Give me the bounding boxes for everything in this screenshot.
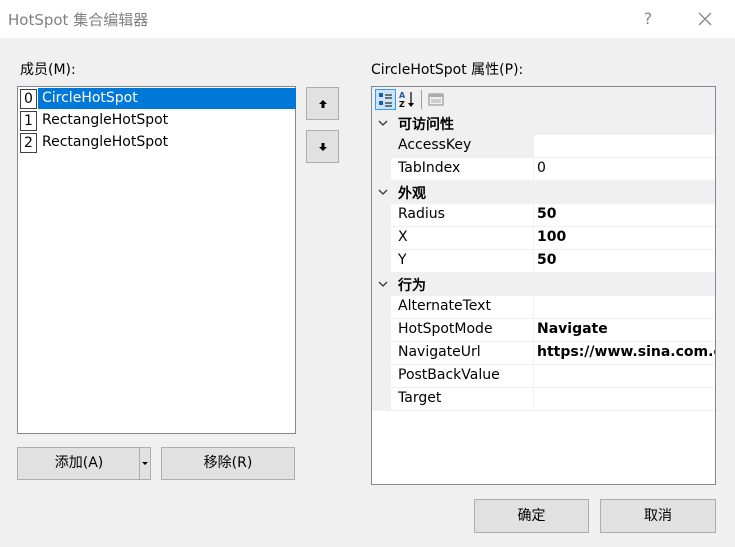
chevron-down-icon[interactable] (376, 273, 390, 296)
arrow-up-icon (318, 99, 327, 108)
property-name: AccessKey (398, 137, 472, 153)
member-item-1[interactable]: 1 RectangleHotSpot (19, 110, 295, 131)
property-row-hotspotmode[interactable]: HotSpotMode Navigate (372, 319, 715, 342)
property-row-postbackvalue[interactable]: PostBackValue (372, 365, 715, 388)
svg-text:A: A (399, 91, 406, 100)
member-index: 1 (20, 111, 37, 131)
property-row-x[interactable]: X 100 (372, 227, 715, 250)
property-rows: 可访问性 AccessKey TabIndex 0 外观 Radius 50 X… (372, 112, 715, 411)
property-name: X (398, 229, 408, 245)
category-label: 行为 (398, 278, 426, 294)
property-name: NavigateUrl (398, 344, 481, 360)
property-row-radius[interactable]: Radius 50 (372, 204, 715, 227)
categorized-button[interactable] (375, 89, 396, 110)
add-dropdown-button[interactable] (140, 448, 150, 479)
arrow-down-icon (318, 142, 327, 151)
property-name: HotSpotMode (398, 321, 493, 337)
dropdown-arrow-icon (142, 462, 148, 465)
property-name: PostBackValue (398, 367, 500, 383)
toolbar-separator (421, 90, 422, 109)
sort-alphabetical-icon: A Z (399, 91, 414, 109)
property-toolbar: A Z (372, 87, 715, 112)
member-index: 0 (20, 89, 37, 109)
help-button[interactable]: ? (636, 8, 660, 30)
close-icon (698, 12, 712, 26)
property-value[interactable]: 0 (537, 160, 546, 176)
window-title: HotSpot 集合编辑器 (8, 11, 149, 29)
property-row-tabindex[interactable]: TabIndex 0 (372, 158, 715, 181)
property-value[interactable]: 100 (537, 229, 566, 245)
member-name: RectangleHotSpot (42, 112, 169, 128)
property-row-y[interactable]: Y 50 (372, 250, 715, 273)
move-down-button[interactable] (306, 130, 339, 163)
member-item-2[interactable]: 2 RectangleHotSpot (19, 132, 295, 153)
category-label: 可访问性 (398, 117, 454, 133)
categorized-icon (379, 93, 392, 107)
cancel-button[interactable]: 取消 (600, 499, 716, 533)
member-name: RectangleHotSpot (42, 134, 169, 150)
property-row-navigateurl[interactable]: NavigateUrl https://www.sina.com.c (372, 342, 715, 365)
property-pages-icon (428, 93, 444, 106)
property-name: Target (398, 390, 442, 406)
property-pages-button[interactable] (426, 89, 447, 110)
members-label: 成员(M): (20, 62, 76, 78)
property-value[interactable]: 50 (537, 206, 556, 222)
property-row-accesskey[interactable]: AccessKey (372, 135, 715, 158)
alphabetical-button[interactable]: A Z (397, 89, 418, 110)
member-name: CircleHotSpot (38, 88, 296, 109)
property-row-alternatetext[interactable]: AlternateText (372, 296, 715, 319)
category-label: 外观 (398, 186, 426, 202)
category-behavior[interactable]: 行为 (372, 273, 715, 296)
category-accessibility[interactable]: 可访问性 (372, 112, 715, 135)
property-name: Radius (398, 206, 445, 222)
property-name: TabIndex (398, 160, 461, 176)
property-name: Y (398, 252, 407, 268)
chevron-down-icon[interactable] (376, 181, 390, 204)
properties-label: CircleHotSpot 属性(P): (371, 62, 524, 78)
close-button[interactable] (692, 8, 718, 30)
members-list[interactable]: 0 CircleHotSpot 1 RectangleHotSpot 2 Rec… (17, 86, 296, 434)
property-grid: A Z 可访问性 AccessKey TabIndex 0 外观 Radius … (371, 86, 716, 485)
property-row-target[interactable]: Target (372, 388, 715, 411)
category-appearance[interactable]: 外观 (372, 181, 715, 204)
add-split-button: 添加(A) (17, 447, 151, 480)
chevron-down-icon[interactable] (376, 112, 390, 135)
member-item-0[interactable]: 0 CircleHotSpot (19, 88, 296, 109)
member-index: 2 (20, 133, 37, 153)
property-value[interactable]: https://www.sina.com.c (537, 344, 715, 360)
move-up-button[interactable] (306, 87, 339, 120)
svg-text:Z: Z (399, 100, 405, 109)
title-bar: HotSpot 集合编辑器 ? (0, 0, 735, 38)
remove-button[interactable]: 移除(R) (161, 447, 295, 480)
property-value[interactable]: 50 (537, 252, 556, 268)
ok-button[interactable]: 确定 (474, 499, 589, 533)
property-name: AlternateText (398, 298, 491, 314)
property-value[interactable]: Navigate (537, 321, 608, 337)
collection-editor-dialog: HotSpot 集合编辑器 ? 成员(M): 0 CircleHotSpot 1… (0, 0, 735, 547)
add-button[interactable]: 添加(A) (18, 448, 140, 479)
